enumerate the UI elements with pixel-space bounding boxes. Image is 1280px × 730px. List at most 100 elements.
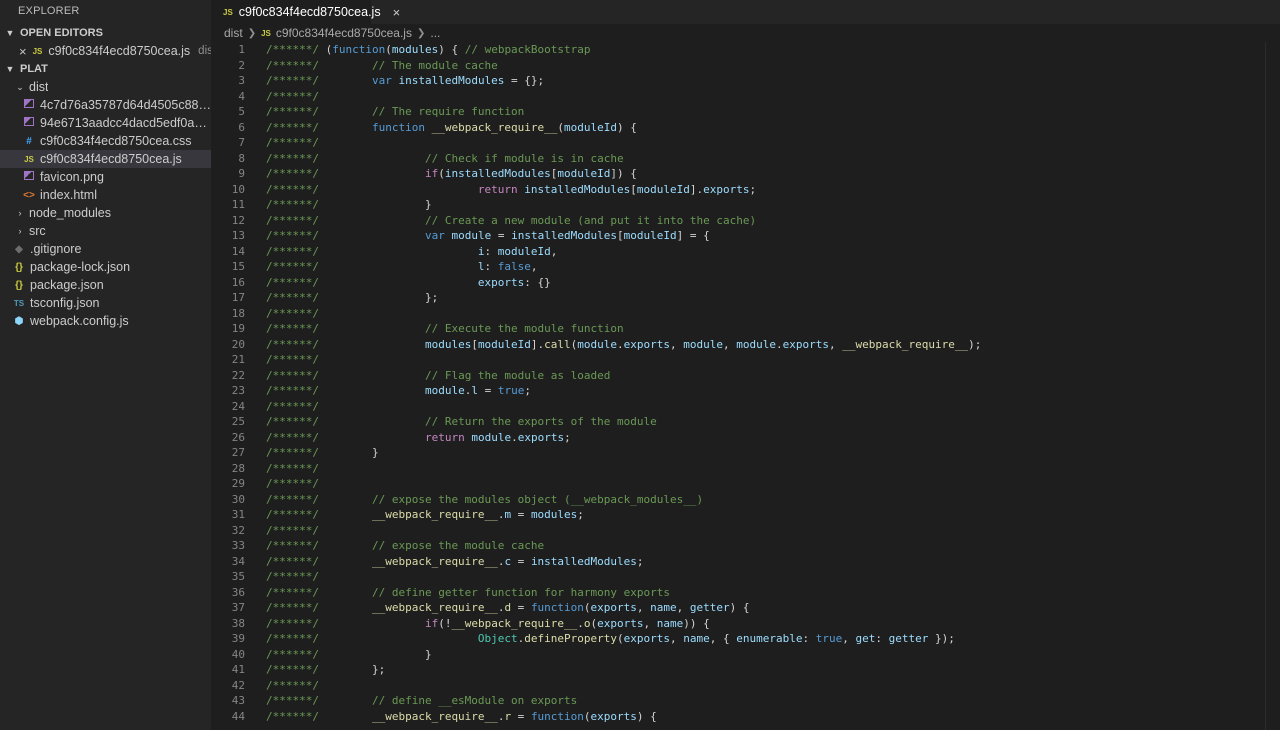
html-file-icon: <> bbox=[23, 189, 35, 201]
line-number: 16 bbox=[231, 275, 245, 289]
line-number: 32 bbox=[231, 523, 245, 537]
folder-src[interactable]: › src bbox=[0, 222, 211, 240]
tab-active-file[interactable]: JS c9f0c834f4ecd8750cea.js × bbox=[211, 0, 400, 24]
tree-label: src bbox=[29, 224, 46, 238]
line-number: 21 bbox=[231, 353, 245, 366]
tree-label: node_modules bbox=[29, 206, 112, 220]
folder-node-modules[interactable]: › node_modules bbox=[0, 204, 211, 222]
line-number: 38 bbox=[231, 616, 245, 630]
tab-bar: JS c9f0c834f4ecd8750cea.js × bbox=[211, 0, 1280, 24]
line-number: 28 bbox=[231, 461, 245, 475]
line-number: 23 bbox=[231, 384, 245, 397]
js-file-icon: JS bbox=[261, 28, 271, 38]
line-number: 25 bbox=[231, 415, 245, 428]
line-number: 39 bbox=[231, 632, 245, 645]
tree-label: tsconfig.json bbox=[30, 296, 100, 310]
chevron-down-icon: ▼ bbox=[5, 28, 15, 38]
line-number: 9 bbox=[238, 167, 245, 180]
tree-label: c9f0c834f4ecd8750cea.css bbox=[40, 134, 192, 148]
chevron-down-icon: ▼ bbox=[5, 64, 15, 74]
tree-label: favicon.png bbox=[40, 170, 104, 184]
webpack-icon: ⬢ bbox=[14, 315, 24, 327]
line-number: 11 bbox=[231, 198, 245, 211]
line-number: 1 bbox=[238, 43, 245, 56]
file-tsconfig[interactable]: TS tsconfig.json bbox=[0, 294, 211, 312]
line-number: 12 bbox=[231, 213, 245, 227]
line-number: 36 bbox=[231, 585, 245, 599]
breadcrumb-file[interactable]: c9f0c834f4ecd8750cea.js bbox=[276, 26, 412, 40]
chevron-right-icon: ❯ bbox=[416, 27, 426, 39]
line-number: 2 bbox=[238, 58, 245, 72]
line-number: 29 bbox=[231, 477, 245, 490]
editor-scrollbar[interactable] bbox=[1265, 42, 1280, 730]
explorer-sidebar: EXPLORER ▼ OPEN EDITORS × JS c9f0c834f4e… bbox=[0, 0, 211, 730]
line-number: 7 bbox=[238, 136, 245, 149]
line-number: 10 bbox=[231, 182, 245, 196]
open-editors-header[interactable]: ▼ OPEN EDITORS bbox=[0, 24, 211, 42]
line-number: 33 bbox=[231, 539, 245, 552]
open-editor-path: dist bbox=[198, 45, 211, 57]
file-image-1[interactable]: 4c7d76a35787d64d4505c88434db... bbox=[0, 96, 211, 114]
open-editors-label: OPEN EDITORS bbox=[20, 27, 103, 39]
line-number: 8 bbox=[238, 151, 245, 165]
breadcrumb: dist ❯ JS c9f0c834f4ecd8750cea.js ❯ ... bbox=[211, 24, 1280, 42]
file-css[interactable]: # c9f0c834f4ecd8750cea.css bbox=[0, 132, 211, 150]
file-package-lock[interactable]: {} package-lock.json bbox=[0, 258, 211, 276]
line-number: 27 bbox=[231, 446, 245, 459]
close-icon[interactable]: × bbox=[19, 44, 27, 59]
chevron-down-icon: ⌄ bbox=[16, 81, 24, 92]
typescript-config-icon: TS bbox=[13, 298, 25, 308]
line-number: 3 bbox=[238, 74, 245, 87]
json-file-icon: {} bbox=[15, 279, 23, 291]
line-number: 43 bbox=[231, 694, 245, 707]
file-gitignore[interactable]: ◆ .gitignore bbox=[0, 240, 211, 258]
breadcrumb-more[interactable]: ... bbox=[430, 26, 440, 40]
tree-label: dist bbox=[29, 80, 49, 94]
line-number: 19 bbox=[231, 322, 245, 335]
tree-label: .gitignore bbox=[30, 242, 82, 256]
breadcrumb-folder[interactable]: dist bbox=[224, 26, 243, 40]
image-file-icon bbox=[22, 117, 36, 129]
file-package-json[interactable]: {} package.json bbox=[0, 276, 211, 294]
tree-label: index.html bbox=[40, 188, 97, 202]
project-label: PLAT bbox=[20, 63, 48, 75]
folder-dist[interactable]: ⌄ dist bbox=[0, 78, 211, 96]
open-editor-filename: c9f0c834f4ecd8750cea.js bbox=[48, 44, 191, 58]
line-number: 18 bbox=[231, 306, 245, 320]
line-number: 34 bbox=[231, 554, 245, 568]
file-html[interactable]: <> index.html bbox=[0, 186, 211, 204]
js-file-icon: JS bbox=[32, 46, 43, 56]
tree-label: c9f0c834f4ecd8750cea.js bbox=[40, 152, 182, 166]
file-webpack-config[interactable]: ⬢ webpack.config.js bbox=[0, 312, 211, 330]
js-file-icon: JS bbox=[24, 154, 34, 164]
line-number: 35 bbox=[231, 570, 245, 583]
file-image-2[interactable]: 94e6713aadcc4dacd5edf0a333bf55... bbox=[0, 114, 211, 132]
chevron-right-icon: › bbox=[18, 226, 22, 236]
tab-label: c9f0c834f4ecd8750cea.js bbox=[238, 5, 381, 19]
project-header[interactable]: ▼ PLAT bbox=[0, 60, 211, 78]
line-number: 42 bbox=[231, 678, 245, 692]
tree-label: 94e6713aadcc4dacd5edf0a333bf55... bbox=[40, 116, 211, 130]
git-icon: ◆ bbox=[15, 243, 23, 255]
close-icon[interactable]: × bbox=[393, 5, 401, 20]
tree-label: package.json bbox=[30, 278, 104, 292]
json-file-icon: {} bbox=[15, 261, 23, 273]
line-number: 40 bbox=[231, 647, 245, 661]
line-number: 26 bbox=[231, 430, 245, 444]
css-file-icon: # bbox=[26, 135, 32, 147]
image-file-icon bbox=[22, 171, 36, 183]
line-number: 37 bbox=[231, 601, 245, 614]
chevron-right-icon: › bbox=[18, 208, 22, 218]
line-number: 13 bbox=[231, 229, 245, 242]
chevron-right-icon: ❯ bbox=[247, 27, 257, 39]
file-favicon[interactable]: favicon.png bbox=[0, 168, 211, 186]
line-number: 22 bbox=[231, 368, 245, 382]
line-number: 17 bbox=[231, 291, 245, 304]
tree-label: webpack.config.js bbox=[30, 314, 129, 328]
file-js-selected[interactable]: JS c9f0c834f4ecd8750cea.js bbox=[0, 150, 211, 168]
code-editor[interactable]: 1/******/ (function(modules) { // webpac… bbox=[211, 42, 1280, 730]
tree-label: 4c7d76a35787d64d4505c88434db... bbox=[40, 98, 211, 112]
open-editor-item[interactable]: × JS c9f0c834f4ecd8750cea.js dist bbox=[0, 42, 211, 60]
image-file-icon bbox=[22, 99, 36, 111]
explorer-title: EXPLORER bbox=[18, 5, 80, 17]
